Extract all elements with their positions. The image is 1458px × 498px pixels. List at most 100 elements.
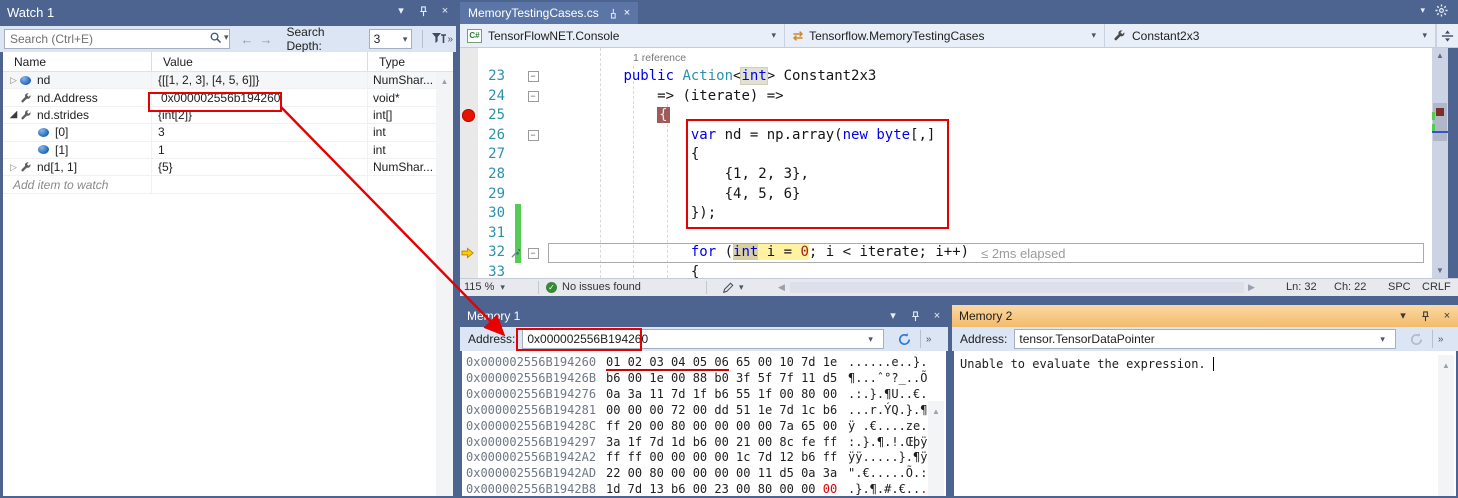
line-gutter[interactable]	[460, 204, 478, 224]
codelens-references[interactable]: 1 reference	[633, 52, 686, 64]
code-line[interactable]: 30});	[460, 204, 1432, 224]
document-tab[interactable]: MemoryTestingCases.cs ×	[460, 2, 638, 24]
tab-pin-icon[interactable]	[606, 8, 617, 19]
memory-row[interactable]: 0x000002556B19428Cff 20 00 80 00 00 00 0…	[466, 419, 926, 435]
editor-vertical-scrollbar[interactable]: ▲ ▼	[1432, 48, 1448, 278]
line-gutter[interactable]	[460, 263, 478, 278]
filter-format-icon[interactable]	[431, 32, 447, 46]
window-menu-icon[interactable]: ▾	[886, 309, 900, 323]
tab-list-chevron-icon[interactable]: ▾	[1420, 5, 1425, 16]
scroll-up-icon[interactable]: ▲	[932, 407, 940, 416]
code-line[interactable]: 33{	[460, 263, 1432, 278]
window-menu-icon[interactable]: ▾	[394, 4, 408, 18]
search-icon[interactable]	[209, 31, 222, 44]
column-header-name[interactable]: Name	[3, 52, 152, 71]
document-health-indicator[interactable]: ✓ No issues found	[546, 279, 641, 296]
toolbar-overflow-icon[interactable]: »	[447, 34, 452, 45]
watch-row[interactable]: ▷nd[1, 1]{5}NumShar...	[3, 159, 436, 176]
collapse-icon[interactable]: −	[528, 248, 539, 259]
code-line[interactable]: 32−for (int i = 0; i < iterate; i++)≤ 2m…	[460, 243, 1432, 263]
memory1-content[interactable]: 0x000002556B19426001 02 03 04 05 06 65 0…	[462, 351, 946, 496]
close-icon[interactable]: ×	[438, 4, 452, 18]
pen-dropdown[interactable]: ▾	[722, 279, 744, 296]
address-input[interactable]	[522, 329, 884, 349]
close-icon[interactable]: ×	[930, 309, 944, 323]
watch-row[interactable]: ◢nd.strides{int[2]}int[]	[3, 107, 436, 124]
memory1-scrollbar[interactable]: ▲	[928, 401, 944, 496]
expander-expanded-icon[interactable]: ◢	[7, 109, 20, 120]
scroll-left-icon[interactable]: ◀	[778, 279, 785, 296]
collapse-icon[interactable]: −	[528, 71, 539, 82]
add-item-placeholder[interactable]: Add item to watch	[3, 178, 108, 192]
search-input[interactable]	[4, 29, 230, 49]
zoom-dropdown[interactable]: 115 % ▾	[464, 279, 505, 296]
chevron-down-icon[interactable]: ▾	[1380, 334, 1385, 345]
memory-row[interactable]: 0x000002556B1942760a 3a 11 7d 1f b6 55 1…	[466, 387, 926, 403]
collapse-icon[interactable]: −	[528, 130, 539, 141]
line-gutter[interactable]	[460, 67, 478, 87]
scroll-down-icon[interactable]: ▼	[1432, 266, 1448, 275]
pin-icon[interactable]	[1418, 309, 1432, 323]
code-line[interactable]: 29{4, 5, 6}	[460, 185, 1432, 205]
member-dropdown[interactable]: Constant2x3 ▾	[1106, 24, 1436, 47]
address-input[interactable]	[1014, 329, 1396, 349]
watch-scrollbar[interactable]: ▲	[436, 72, 453, 496]
fold-margin[interactable]: −	[524, 67, 542, 87]
chevron-down-icon[interactable]: ▾	[868, 334, 873, 345]
pin-icon[interactable]	[908, 309, 922, 323]
column-header-type[interactable]: Type	[368, 52, 453, 71]
search-back-icon[interactable]: ←	[240, 32, 253, 47]
memory-row[interactable]: 0x000002556B19426Bb6 00 1e 00 88 b0 3f 5…	[466, 371, 926, 387]
column-header-value[interactable]: Value	[152, 52, 368, 71]
project-dropdown[interactable]: C# TensorFlowNET.Console ▾	[460, 24, 785, 47]
watch-row[interactable]: nd.Address0x000002556b194260void*	[3, 89, 436, 106]
scroll-up-icon[interactable]: ▲	[1442, 361, 1450, 370]
search-forward-icon[interactable]: →	[259, 32, 272, 47]
expander-collapsed-icon[interactable]: ▷	[7, 75, 20, 86]
watch-row[interactable]: [1]1int	[3, 142, 436, 159]
memory-row[interactable]: 0x000002556B1942AD22 00 80 00 00 00 00 1…	[466, 466, 926, 482]
horizontal-scrollbar[interactable]	[790, 282, 1244, 293]
pin-icon[interactable]	[416, 4, 430, 18]
scroll-up-icon[interactable]: ▲	[1432, 51, 1448, 60]
code-line[interactable]: 25{	[460, 106, 1432, 126]
code-line[interactable]: 24−=> (iterate) =>	[460, 87, 1432, 107]
watch-row[interactable]: [0]3int	[3, 124, 436, 141]
split-editor-icon[interactable]	[1436, 24, 1458, 47]
memory-row[interactable]: 0x000002556B1942A2ff ff 00 00 00 00 1c 7…	[466, 450, 926, 466]
search-depth-dropdown[interactable]: 3 ▾	[369, 29, 413, 49]
scroll-up-icon[interactable]: ▲	[441, 77, 449, 496]
fold-margin[interactable]: −	[524, 87, 542, 107]
line-gutter[interactable]	[460, 87, 478, 107]
toolbar-overflow-icon[interactable]: »	[926, 334, 931, 345]
gear-icon[interactable]	[1435, 4, 1448, 17]
tab-close-icon[interactable]: ×	[624, 7, 630, 19]
code-line[interactable]: 27{	[460, 145, 1432, 165]
memory-row[interactable]: 0x000002556B1942973a 1f 7d 1d b6 00 21 0…	[466, 435, 926, 451]
line-gutter[interactable]	[460, 165, 478, 185]
memory-row[interactable]: 0x000002556B19428100 00 00 72 00 dd 51 1…	[466, 403, 926, 419]
watch-row[interactable]: Add item to watch	[3, 176, 436, 193]
type-dropdown[interactable]: ⇄ Tensorflow.MemoryTestingCases ▾	[786, 24, 1105, 47]
watch-row[interactable]: ▷nd{[[1, 2, 3], [4, 5, 6]]}NumShar...	[3, 72, 436, 89]
breakpoint-icon[interactable]	[462, 109, 475, 122]
window-menu-icon[interactable]: ▾	[1396, 309, 1410, 323]
line-gutter[interactable]	[460, 106, 478, 126]
line-gutter[interactable]	[460, 126, 478, 146]
line-gutter[interactable]	[460, 224, 478, 244]
search-options-chevron-icon[interactable]: ▾	[224, 32, 229, 43]
scroll-right-icon[interactable]: ▶	[1248, 279, 1255, 296]
line-gutter[interactable]	[460, 243, 478, 263]
refresh-icon[interactable]	[897, 332, 912, 347]
code-line[interactable]: 31	[460, 224, 1432, 244]
line-gutter[interactable]	[460, 185, 478, 205]
line-gutter[interactable]	[460, 145, 478, 165]
code-line[interactable]: 26−var nd = np.array(new byte[,]	[460, 126, 1432, 146]
fold-margin[interactable]: −	[524, 243, 542, 263]
close-icon[interactable]: ×	[1440, 309, 1454, 323]
fold-margin[interactable]: −	[524, 126, 542, 146]
code-editor[interactable]: 1 reference 23−public Action<int> Consta…	[460, 48, 1448, 278]
memory2-scrollbar[interactable]: ▲	[1438, 355, 1454, 496]
memory-row[interactable]: 0x000002556B19426001 02 03 04 05 06 65 0…	[466, 355, 926, 371]
toolbar-overflow-icon[interactable]: »	[1438, 334, 1443, 345]
